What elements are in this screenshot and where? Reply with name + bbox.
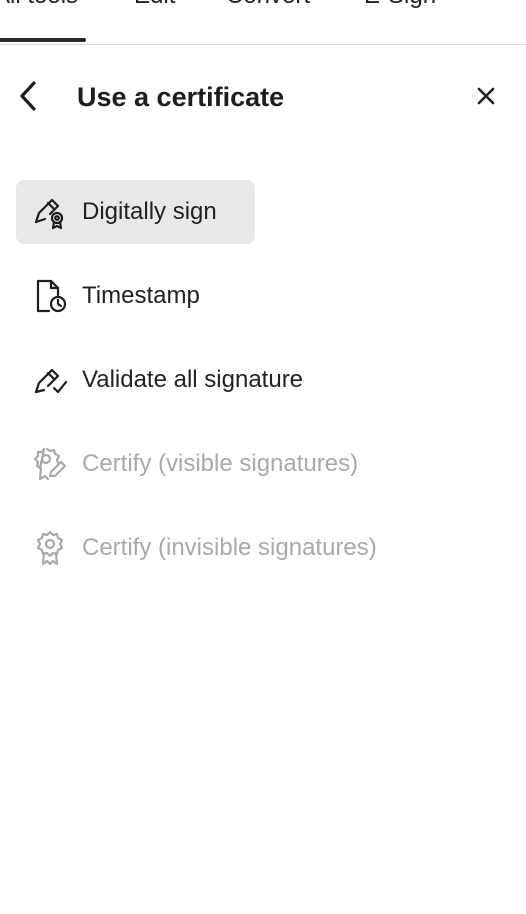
digital-sign-icon: [32, 194, 68, 230]
tab-all-tools[interactable]: All tools: [0, 0, 78, 10]
certify-visible-icon: [32, 446, 68, 482]
tab-e-sign[interactable]: E-Sign: [364, 0, 436, 10]
chevron-left-icon: [20, 81, 36, 111]
validate-signature-icon: [32, 362, 68, 398]
timestamp-icon: [32, 278, 68, 314]
menu-item-timestamp[interactable]: Timestamp: [16, 264, 516, 328]
menu-item-certify-visible: Certify (visible signatures): [16, 432, 516, 496]
panel-title: Use a certificate: [77, 82, 285, 112]
menu-item-label: Certify (visible signatures): [82, 450, 359, 477]
menu-item-certify-invisible: Certify (invisible signatures): [16, 516, 516, 580]
close-icon: [477, 87, 495, 105]
certificate-tools-list: Digitally sign Timestamp Validate all si…: [16, 180, 516, 600]
close-button[interactable]: [470, 80, 502, 112]
menu-item-label: Certify (invisible signatures): [82, 534, 377, 561]
active-tab-indicator: [0, 38, 86, 42]
certify-invisible-icon: [32, 530, 68, 566]
top-tab-bar: All tools Edit Convert E-Sign: [0, 0, 526, 45]
menu-item-label: Validate all signature: [82, 366, 304, 393]
back-button[interactable]: [10, 78, 46, 114]
menu-item-digitally-sign[interactable]: Digitally sign: [16, 180, 255, 244]
tab-edit[interactable]: Edit: [134, 0, 175, 10]
menu-item-label: Timestamp: [82, 282, 200, 309]
menu-item-validate-all-signature[interactable]: Validate all signature: [16, 348, 516, 412]
menu-item-label: Digitally sign: [82, 198, 217, 225]
tab-convert[interactable]: Convert: [226, 0, 310, 10]
